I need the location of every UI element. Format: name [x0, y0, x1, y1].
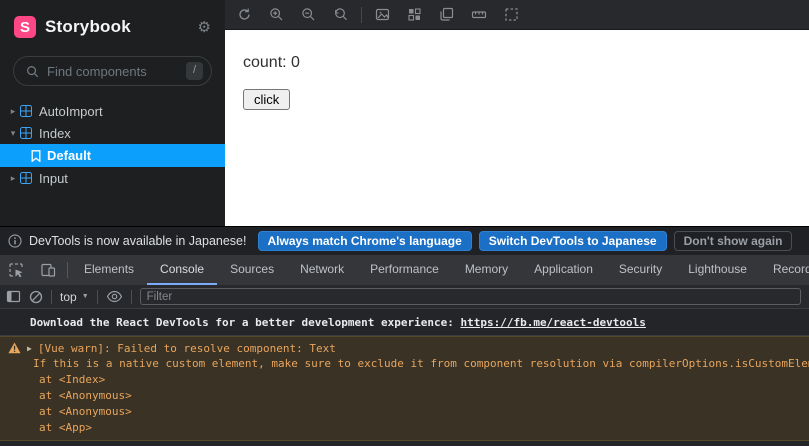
- story-canvas: count: 0 click: [225, 0, 809, 226]
- infobar-message: DevTools is now available in Japanese!: [29, 234, 247, 248]
- tree-item-autoimport[interactable]: ▸ AutoImport: [0, 100, 225, 122]
- background-icon[interactable]: [375, 7, 390, 22]
- console-messages: Download the React DevTools for a better…: [0, 309, 809, 446]
- stack-frame: at <Anonymous>: [39, 405, 132, 418]
- app-window: S Storybook ⚙ Find components / ▸ AutoIm…: [0, 0, 809, 446]
- tree-item-default-selected[interactable]: Default: [0, 144, 225, 167]
- search-input[interactable]: Find components /: [13, 56, 212, 86]
- remount-icon[interactable]: [237, 7, 252, 22]
- tab-elements[interactable]: Elements: [71, 255, 147, 285]
- component-tree: ▸ AutoImport ▾ Index Default ▸ Input: [0, 100, 225, 189]
- gear-icon[interactable]: ⚙: [198, 20, 211, 35]
- inspect-element-icon[interactable]: [0, 262, 32, 278]
- search-placeholder: Find components: [47, 63, 147, 79]
- component-icon: [20, 127, 32, 139]
- stack-frame: at <App>: [39, 421, 92, 434]
- tree-item-label: AutoImport: [39, 103, 103, 119]
- context-selector[interactable]: top ▼: [60, 290, 89, 304]
- component-icon: [20, 105, 32, 117]
- tree-item-label: Index: [39, 125, 71, 141]
- measure-icon[interactable]: [471, 7, 487, 22]
- chevron-right-icon[interactable]: ▸: [8, 106, 18, 117]
- tabbar-separator: [67, 262, 68, 278]
- grid-icon[interactable]: [407, 7, 422, 22]
- console-toolbar: top ▼: [0, 285, 809, 309]
- toolbar-separator: [130, 289, 132, 304]
- clear-console-icon[interactable]: [29, 290, 43, 304]
- bookmark-icon: [31, 149, 41, 162]
- zoom-reset-icon[interactable]: [333, 7, 348, 22]
- component-icon: [20, 172, 32, 184]
- stack-frame: at <Index>: [39, 373, 106, 386]
- tree-item-input[interactable]: ▸ Input: [0, 167, 225, 189]
- sidebar-header: S Storybook ⚙: [0, 0, 225, 48]
- zoom-out-icon[interactable]: [301, 7, 316, 22]
- outline-icon[interactable]: [504, 7, 519, 22]
- console-log-react-devtools: Download the React DevTools for a better…: [0, 309, 809, 336]
- count-text: count: 0: [243, 54, 300, 71]
- devtools-tabbar: Elements Console Sources Network Perform…: [0, 255, 809, 285]
- tab-lighthouse[interactable]: Lighthouse: [675, 255, 760, 285]
- console-filter-input[interactable]: [139, 288, 801, 305]
- warning-text-line2: If this is a native custom element, make…: [33, 357, 809, 370]
- tab-security[interactable]: Security: [606, 255, 675, 285]
- device-toolbar-icon[interactable]: [32, 262, 64, 278]
- stack-frame: at <Anonymous>: [39, 389, 132, 402]
- storybook-sidebar: S Storybook ⚙ Find components / ▸ AutoIm…: [0, 0, 225, 226]
- dropdown-arrow-icon: ▼: [81, 293, 89, 300]
- console-warning-vue: ▶ [Vue warn]: Failed to resolve componen…: [0, 336, 809, 441]
- react-devtools-link[interactable]: https://fb.me/react-devtools: [460, 316, 645, 329]
- storybook-section: S Storybook ⚙ Find components / ▸ AutoIm…: [0, 0, 809, 226]
- search-icon: [26, 65, 39, 78]
- tree-item-label: Input: [39, 170, 68, 186]
- eye-icon[interactable]: [106, 290, 123, 303]
- tree-item-label: Default: [47, 148, 92, 163]
- brand-title: Storybook: [45, 17, 131, 36]
- warning-icon: [8, 342, 21, 354]
- viewport-icon[interactable]: [439, 7, 454, 22]
- chevron-right-icon[interactable]: ▸: [8, 173, 18, 184]
- tree-item-index[interactable]: ▾ Index: [0, 122, 225, 144]
- expand-triangle-icon[interactable]: ▶: [27, 344, 32, 353]
- tab-memory[interactable]: Memory: [452, 255, 521, 285]
- tab-sources[interactable]: Sources: [217, 255, 287, 285]
- dont-show-again-button[interactable]: Don't show again: [673, 231, 793, 251]
- zoom-in-icon[interactable]: [269, 7, 284, 22]
- chevron-down-icon[interactable]: ▾: [8, 128, 18, 139]
- info-icon: [8, 234, 22, 248]
- toolbar-separator: [51, 289, 52, 304]
- canvas-toolbar: [225, 0, 809, 30]
- tab-console[interactable]: Console: [147, 255, 218, 285]
- tab-recorder[interactable]: Recorder: [760, 255, 809, 285]
- tab-application[interactable]: Application: [521, 255, 606, 285]
- console-sidebar-icon[interactable]: [6, 290, 21, 303]
- story-preview: count: 0 click: [225, 30, 809, 226]
- warning-text-line1: [Vue warn]: Failed to resolve component:…: [37, 341, 336, 355]
- devtools-panel: DevTools is now available in Japanese! A…: [0, 226, 809, 446]
- tab-network[interactable]: Network: [287, 255, 357, 285]
- match-language-button[interactable]: Always match Chrome's language: [257, 231, 472, 251]
- devtools-infobar: DevTools is now available in Japanese! A…: [0, 227, 809, 255]
- storybook-logo: S: [14, 16, 36, 38]
- toolbar-separator: [361, 6, 362, 23]
- log-text: Download the React DevTools for a better…: [30, 316, 461, 329]
- search-shortcut-badge: /: [185, 62, 203, 80]
- tab-performance[interactable]: Performance: [357, 255, 452, 285]
- click-button[interactable]: click: [243, 89, 291, 110]
- console-prompt[interactable]: ›: [0, 441, 809, 446]
- toolbar-separator: [96, 289, 98, 304]
- switch-language-button[interactable]: Switch DevTools to Japanese: [478, 231, 667, 251]
